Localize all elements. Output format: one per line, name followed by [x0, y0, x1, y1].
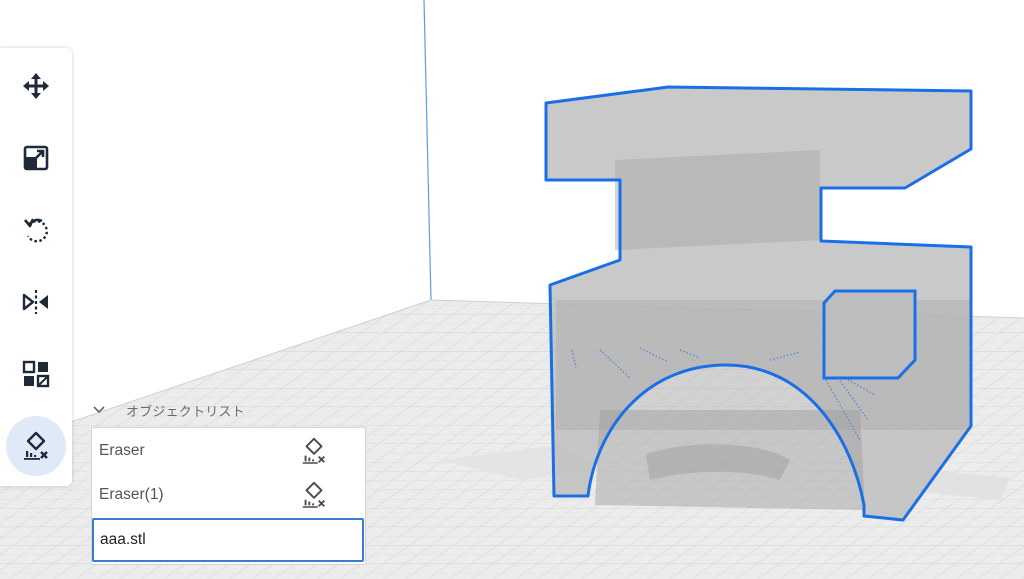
chevron-down-icon[interactable]: [92, 403, 106, 417]
support-blocker-icon: [302, 437, 325, 464]
mirror-icon: [22, 290, 48, 314]
per-model-settings-tool-button[interactable]: [6, 344, 66, 404]
scale-icon: [23, 145, 49, 171]
object-list: Eraser Eraser(1) aaa.stl: [91, 427, 366, 565]
move-tool-button[interactable]: [6, 56, 66, 116]
support-blocker-tool-button[interactable]: [6, 416, 66, 476]
object-list-header[interactable]: オブジェクトリスト: [92, 398, 352, 422]
list-item[interactable]: Eraser: [92, 429, 365, 473]
list-item[interactable]: Eraser(1): [92, 473, 365, 517]
rotate-tool-button[interactable]: [6, 200, 66, 260]
list-item-label: aaa.stl: [100, 531, 146, 548]
per-model-settings-icon: [22, 360, 50, 388]
object-list-title: オブジェクトリスト: [126, 403, 245, 419]
support-blocker-icon: [24, 431, 48, 460]
move-icon: [23, 73, 49, 99]
tool-panel: [0, 48, 72, 486]
support-blocker-icon: [302, 481, 325, 508]
3d-viewport[interactable]: オブジェクトリスト Eraser Eraser(1) aaa.stl: [0, 0, 1024, 579]
mirror-tool-button[interactable]: [6, 272, 66, 332]
list-item-label: Eraser(1): [99, 486, 164, 503]
scale-tool-button[interactable]: [6, 128, 66, 188]
list-item-selected[interactable]: aaa.stl: [92, 518, 364, 562]
list-item-label: Eraser: [99, 442, 145, 459]
rotate-icon: [24, 218, 48, 243]
build-volume-axis-line: [423, 0, 432, 301]
